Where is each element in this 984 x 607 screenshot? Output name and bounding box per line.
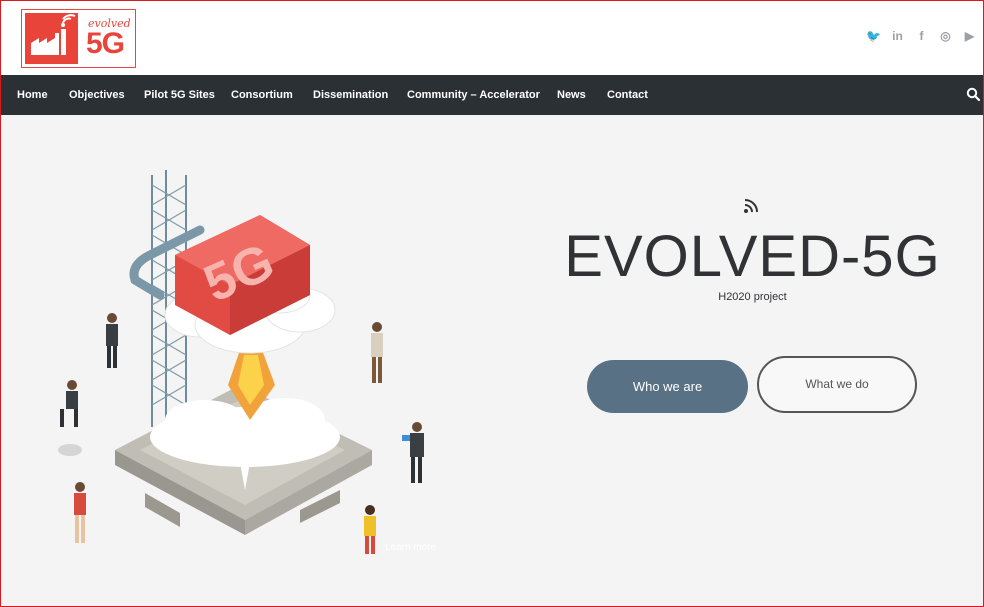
search-icon[interactable] bbox=[966, 87, 981, 102]
person-figure bbox=[106, 313, 118, 368]
nav-item-consortium[interactable]: Consortium bbox=[231, 75, 293, 115]
person-figure bbox=[402, 422, 424, 483]
nav-item-community-accelerator[interactable]: Community – Accelerator bbox=[407, 75, 540, 115]
main-nav: Home Objectives Pilot 5G Sites Consortiu… bbox=[0, 75, 984, 115]
who-we-are-button[interactable]: Who we are bbox=[587, 360, 748, 413]
nav-item-dissemination[interactable]: Dissemination bbox=[313, 75, 388, 115]
social-links: 🐦 in f ◎ ▶ bbox=[866, 29, 976, 43]
site-logo[interactable]: evolved 5G bbox=[21, 9, 136, 68]
person-figure bbox=[371, 322, 383, 383]
linkedin-icon[interactable]: in bbox=[891, 29, 904, 43]
nav-item-news[interactable]: News bbox=[557, 75, 586, 115]
instagram-icon[interactable]: ◎ bbox=[939, 29, 952, 43]
person-figure bbox=[74, 482, 86, 543]
learn-more-link[interactable]: Learn more bbox=[385, 542, 436, 553]
person-figure bbox=[364, 505, 376, 554]
factory-icon bbox=[25, 13, 78, 64]
hero-title: EVOLVED-5G bbox=[564, 224, 941, 289]
youtube-icon[interactable]: ▶ bbox=[963, 29, 976, 43]
hero-section: 5G EVOLVED-5G H2020 project Who we are W… bbox=[0, 115, 984, 607]
what-we-do-button[interactable]: What we do bbox=[757, 356, 917, 413]
rocket-launch-illustration: 5G bbox=[58, 170, 424, 554]
facebook-icon[interactable]: f bbox=[915, 29, 928, 43]
hero-subtitle: H2020 project bbox=[718, 291, 787, 303]
nav-item-objectives[interactable]: Objectives bbox=[69, 75, 125, 115]
nav-item-contact[interactable]: Contact bbox=[607, 75, 648, 115]
site-header: evolved 5G 🐦 in f ◎ ▶ bbox=[0, 0, 984, 75]
nav-item-pilot-5g-sites[interactable]: Pilot 5G Sites bbox=[144, 75, 215, 115]
nav-item-home[interactable]: Home bbox=[17, 75, 48, 115]
logo-line2: 5G bbox=[86, 27, 125, 60]
twitter-icon[interactable]: 🐦 bbox=[866, 29, 881, 43]
person-figure bbox=[58, 380, 82, 456]
rss-icon bbox=[742, 197, 760, 215]
